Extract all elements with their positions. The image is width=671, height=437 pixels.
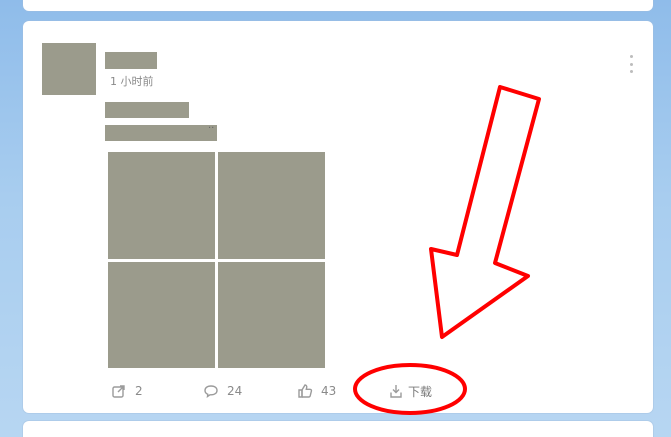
download-label: 下载 [408,384,433,399]
post-image[interactable] [218,261,325,368]
share-icon [111,383,127,399]
more-options-dot [629,62,633,66]
post-actions: 2 24 43 下载 [111,381,471,401]
like-button[interactable]: 43 [297,381,336,401]
comment-icon [203,383,219,399]
download-button[interactable]: 下载 [388,381,432,401]
share-button[interactable]: 2 [111,381,143,401]
previous-post-card [23,0,653,11]
more-options-icon[interactable] [627,55,635,73]
post-text-line-placeholder [105,102,189,118]
post-text-ellipsis: .. [208,120,215,131]
post-text-line-placeholder [105,125,217,141]
avatar[interactable] [42,43,96,95]
post-image[interactable] [108,152,215,259]
next-post-card [23,421,653,437]
like-count: 43 [321,384,337,398]
username-placeholder[interactable] [105,52,157,69]
comment-count: 24 [227,384,243,398]
more-options-dot [629,70,633,73]
post-image-grid [108,152,325,368]
thumbs-up-icon [297,383,313,399]
more-options-dot [629,55,633,58]
post-timestamp: 1 小时前 [110,75,154,88]
post-image[interactable] [108,261,215,368]
comment-button[interactable]: 24 [203,381,242,401]
share-count: 2 [135,384,143,398]
download-icon [388,383,404,399]
post-card: 1 小时前 .. 2 24 43 下载 [23,21,653,413]
post-image[interactable] [218,152,325,259]
